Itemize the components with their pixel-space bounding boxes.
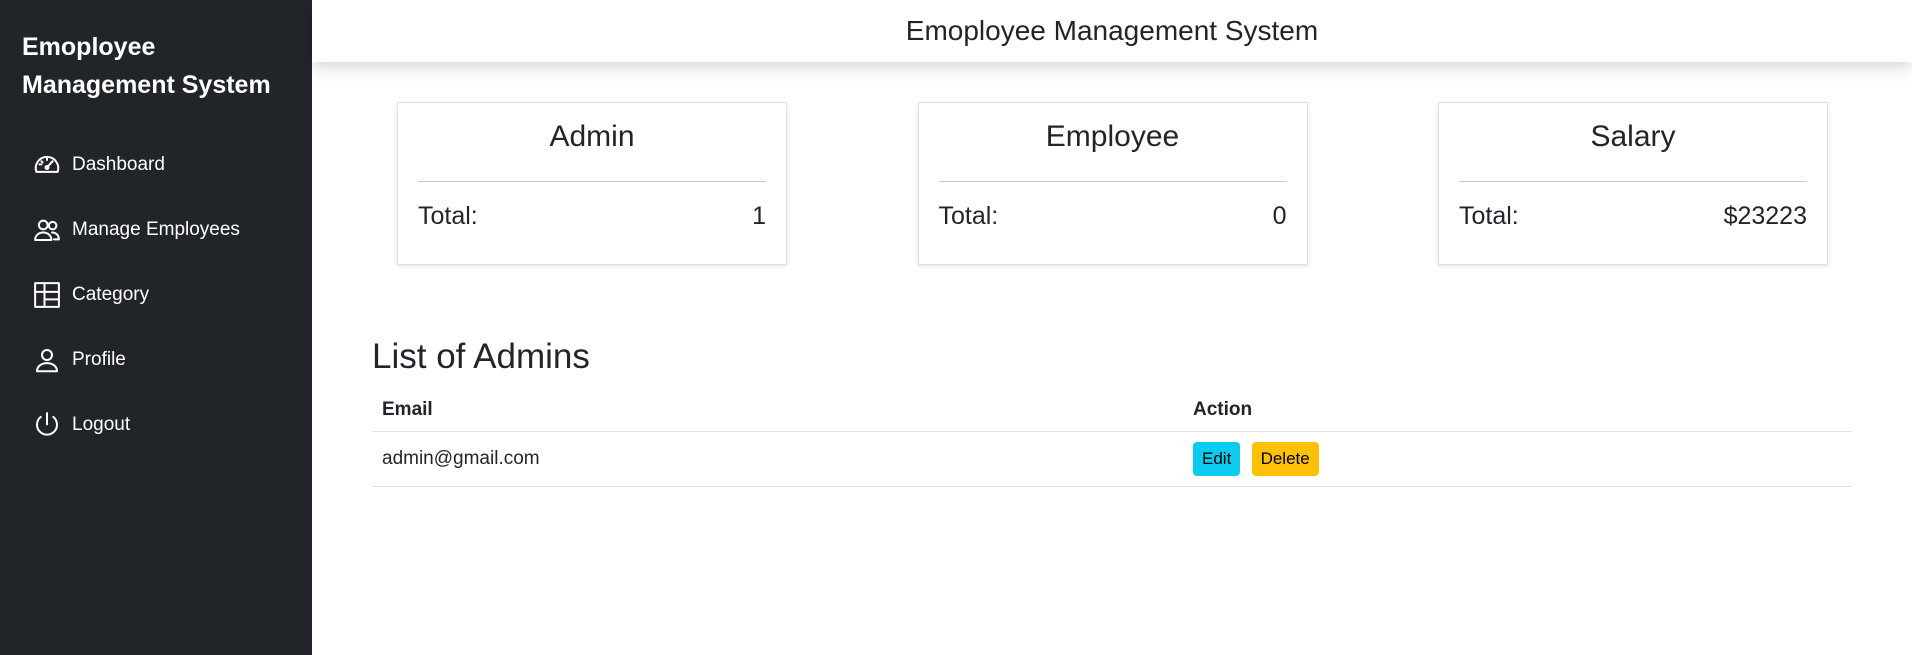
card-total-row: Total: $23223 — [1459, 202, 1807, 231]
person-icon — [32, 345, 62, 375]
delete-button[interactable]: Delete — [1251, 442, 1319, 476]
speedometer-icon — [32, 150, 62, 180]
card-divider — [418, 181, 766, 182]
sidebar-item-category[interactable]: Category — [0, 262, 312, 327]
admin-action-cell: Edit Delete — [1183, 431, 1852, 487]
card-total-label: Total: — [938, 202, 999, 230]
card-divider — [1459, 181, 1807, 182]
sidebar-item-label: Profile — [72, 348, 126, 370]
table-header-row: Email Action — [372, 391, 1852, 432]
top-header: Emoployee Management System — [312, 0, 1912, 62]
card-title: Salary — [1590, 120, 1676, 153]
app-root: Emoployee Management System Dashboard Ma… — [0, 0, 1912, 655]
column-header-action: Action — [1183, 391, 1852, 432]
sidebar-item-manage-employees[interactable]: Manage Employees — [0, 197, 312, 262]
sidebar-item-dashboard[interactable]: Dashboard — [0, 132, 312, 197]
sidebar: Emoployee Management System Dashboard Ma… — [0, 0, 312, 655]
sidebar-item-label: Manage Employees — [72, 218, 240, 240]
sidebar-item-logout[interactable]: Logout — [0, 392, 312, 457]
card-total-label: Total: — [418, 202, 478, 230]
card-total-value: 1 — [752, 202, 766, 230]
summary-cards: Admin Total: 1 Employee Total: 0 Salary — [312, 62, 1912, 265]
columns-icon — [32, 280, 62, 310]
brand-title[interactable]: Emoployee Management System — [0, 28, 290, 104]
sidebar-item-label: Logout — [72, 413, 131, 435]
sidebar-item-label: Category — [72, 283, 150, 305]
admins-section: List of Admins Email Action admin@gmail.… — [312, 265, 1912, 487]
admin-card: Admin Total: 1 — [397, 102, 787, 265]
sidebar-nav: Dashboard Manage Employees Category Prof… — [0, 132, 312, 457]
table-row: admin@gmail.com Edit Delete — [372, 431, 1852, 487]
card-title: Admin — [549, 120, 635, 153]
admins-table: Email Action admin@gmail.com Edit Delete — [372, 391, 1852, 487]
card-total-value: $23223 — [1723, 202, 1807, 230]
salary-card: Salary Total: $23223 — [1438, 102, 1828, 265]
card-total-row: Total: 1 — [418, 202, 766, 231]
card-total-value: 0 — [1272, 202, 1287, 230]
card-total-row: Total: 0 — [939, 202, 1287, 231]
admins-heading: List of Admins — [372, 337, 590, 376]
employee-card: Employee Total: 0 — [917, 102, 1308, 265]
sidebar-item-profile[interactable]: Profile — [0, 327, 312, 392]
edit-button[interactable]: Edit — [1193, 442, 1241, 476]
page-title: Emoployee Management System — [905, 15, 1319, 46]
power-icon — [32, 410, 62, 440]
admin-email-cell: admin@gmail.com — [372, 431, 1183, 487]
people-icon — [32, 215, 62, 245]
main-content: Emoployee Management System Admin Total:… — [312, 0, 1912, 655]
card-title: Employee — [1045, 120, 1180, 153]
column-header-email: Email — [372, 391, 1183, 432]
card-total-label: Total: — [1459, 202, 1519, 230]
card-divider — [938, 181, 1287, 182]
sidebar-item-label: Dashboard — [72, 153, 165, 175]
